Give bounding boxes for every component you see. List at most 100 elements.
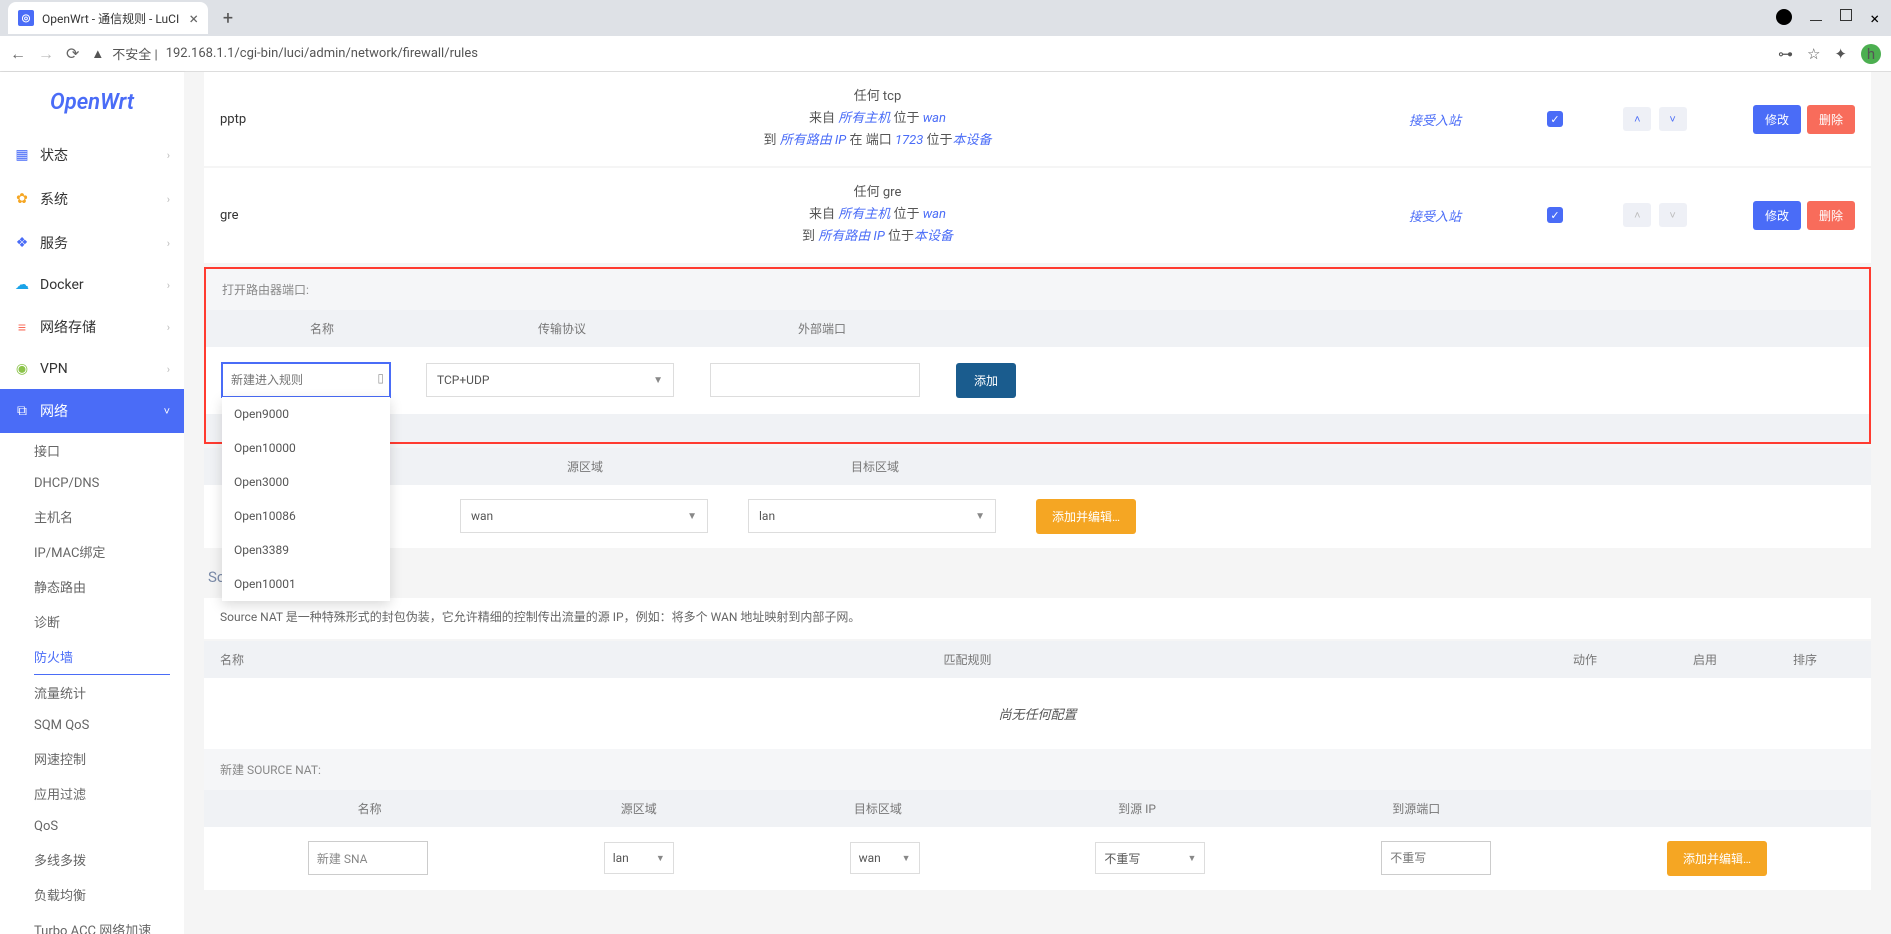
chevron-icon: › — [167, 279, 170, 292]
snat-ip-select[interactable]: 不重写▼ — [1095, 842, 1205, 874]
rule-row: pptp 任何 tcp来自 所有主机 位于 wan到 所有路由 IP 在 端口 … — [204, 72, 1871, 166]
nav-label: 网络 — [40, 401, 68, 421]
sidebar-sub-应用过滤[interactable]: 应用过滤 — [0, 776, 184, 811]
sidebar-item-系统[interactable]: ✿系统› — [0, 177, 184, 221]
snat-fh-toip: 到源 IP — [1067, 800, 1207, 817]
sort-up-button[interactable]: ˄ — [1623, 203, 1651, 227]
snat-dst-select[interactable]: wan▼ — [850, 842, 920, 874]
window-record-icon — [1776, 9, 1792, 25]
port-input[interactable] — [710, 363, 920, 397]
content-area: pptp 任何 tcp来自 所有主机 位于 wan到 所有路由 IP 在 端口 … — [184, 72, 1891, 934]
snat-add-edit-button[interactable]: 添加并编辑… — [1667, 841, 1767, 876]
sort-down-button[interactable]: ˅ — [1659, 203, 1687, 227]
fwd-add-edit-button[interactable]: 添加并编辑… — [1036, 499, 1136, 534]
edit-button[interactable]: 修改 — [1753, 201, 1801, 230]
snat-fh-toport: 到源端口 — [1346, 800, 1486, 817]
star-icon[interactable]: ☆ — [1807, 45, 1820, 63]
nav-label: VPN — [40, 361, 68, 377]
autocomplete-item[interactable]: Open10086 — [222, 499, 390, 533]
delete-button[interactable]: 删除 — [1807, 201, 1855, 230]
sidebar-sub-负载均衡[interactable]: 负载均衡 — [0, 877, 184, 912]
proto-select[interactable]: TCP+UDP ▼ — [426, 363, 674, 397]
key-icon[interactable]: ⊶ — [1778, 45, 1793, 63]
logo[interactable]: OpenWrt — [0, 72, 184, 133]
snat-fh-dst: 目标区域 — [828, 800, 928, 817]
sidebar-item-网络存储[interactable]: ≡网络存储› — [0, 305, 184, 349]
nav-icon: ☁ — [14, 277, 30, 293]
snat-port-input[interactable] — [1381, 841, 1491, 875]
browser-address-bar: ← → ⟳ ▲ 不安全 | 192.168.1.1/cgi-bin/luci/a… — [0, 36, 1891, 72]
window-maximize-icon[interactable] — [1840, 9, 1852, 21]
autocomplete-item[interactable]: Open10001 — [222, 567, 390, 601]
reload-icon[interactable]: ⟳ — [66, 44, 79, 63]
browser-tabstrip: ◎ OpenWrt - 通信规则 - LuCI × + × — [0, 0, 1891, 36]
sidebar-item-网络[interactable]: ⧉网络˅ — [0, 389, 184, 433]
nav-label: 服务 — [40, 233, 68, 253]
url-text: 192.168.1.1/cgi-bin/luci/admin/network/f… — [166, 46, 478, 61]
sidebar-sub-接口[interactable]: 接口 — [0, 433, 184, 468]
sidebar-sub-IP/MAC绑定[interactable]: IP/MAC绑定 — [0, 534, 184, 569]
sidebar-sub-SQM QoS[interactable]: SQM QoS — [0, 710, 184, 741]
name-input[interactable] — [222, 363, 390, 397]
profile-avatar[interactable]: h — [1861, 44, 1881, 64]
sort-up-button[interactable]: ˄ — [1623, 107, 1651, 131]
name-input-wrapper: ▯ — [222, 363, 390, 397]
fwd-col-src: 源区域 — [440, 458, 730, 475]
snat-src-select[interactable]: lan▼ — [604, 842, 674, 874]
nav-icon: ≡ — [14, 319, 30, 336]
sidebar-sub-QoS[interactable]: QoS — [0, 811, 184, 842]
back-icon[interactable]: ← — [10, 44, 26, 64]
rule-row: gre 任何 gre来自 所有主机 位于 wan到 所有路由 IP 位于本设备 … — [204, 168, 1871, 262]
sidebar-sub-防火墙[interactable]: 防火墙 — [34, 639, 170, 675]
rule-action: 接受入站 — [1355, 110, 1515, 129]
autocomplete-item[interactable]: Open3389 — [222, 533, 390, 567]
enable-checkbox[interactable]: ✓ — [1547, 207, 1563, 223]
browser-tab[interactable]: ◎ OpenWrt - 通信规则 - LuCI × — [8, 2, 208, 34]
sidebar-item-Docker[interactable]: ☁Docker› — [0, 265, 184, 305]
snat-col-enable: 启用 — [1655, 651, 1755, 668]
snat-name-input[interactable] — [308, 841, 428, 875]
autocomplete-item[interactable]: Open9000 — [222, 397, 390, 431]
add-button[interactable]: 添加 — [956, 363, 1016, 398]
delete-button[interactable]: 删除 — [1807, 105, 1855, 134]
sidebar-item-服务[interactable]: ❖服务› — [0, 221, 184, 265]
open-port-panel: 打开路由器端口: 名称 传输协议 外部端口 ▯ TCP+UDP ▼ 添加 Ope… — [204, 267, 1871, 444]
snat-col-match: 匹配规则 — [420, 651, 1515, 668]
sidebar-sub-主机名[interactable]: 主机名 — [0, 499, 184, 534]
new-tab-button[interactable]: + — [214, 4, 242, 32]
sidebar-sub-诊断[interactable]: 诊断 — [0, 604, 184, 639]
puzzle-icon[interactable]: ✦ — [1834, 45, 1847, 63]
sort-down-button[interactable]: ˅ — [1659, 107, 1687, 131]
fwd-src-select[interactable]: wan ▼ — [460, 499, 708, 533]
sidebar-sub-多线多拨[interactable]: 多线多拨 — [0, 842, 184, 877]
forward-icon: → — [38, 44, 54, 64]
sidebar: OpenWrt ▦状态›✿系统›❖服务›☁Docker›≡网络存储›◉VPN›⧉… — [0, 72, 184, 934]
sidebar-sub-网速控制[interactable]: 网速控制 — [0, 741, 184, 776]
chevron-icon: › — [167, 321, 170, 334]
nav-icon: ✿ — [14, 191, 30, 207]
input-handle-icon[interactable]: ▯ — [377, 371, 384, 385]
window-minimize-icon[interactable] — [1810, 9, 1822, 21]
sidebar-sub-流量统计[interactable]: 流量统计 — [0, 675, 184, 710]
enable-checkbox[interactable]: ✓ — [1547, 111, 1563, 127]
url-field[interactable]: ▲ 不安全 | 192.168.1.1/cgi-bin/luci/admin/n… — [91, 44, 1766, 63]
tab-close-icon[interactable]: × — [189, 9, 198, 28]
sidebar-item-状态[interactable]: ▦状态› — [0, 133, 184, 177]
fwd-dst-select[interactable]: lan ▼ — [748, 499, 996, 533]
col-port: 外部端口 — [702, 320, 942, 337]
favicon-icon: ◎ — [18, 10, 34, 26]
rule-name: gre — [220, 208, 400, 223]
sidebar-sub-静态路由[interactable]: 静态路由 — [0, 569, 184, 604]
snat-new-title: 新建 SOURCE NAT: — [204, 749, 1871, 790]
edit-button[interactable]: 修改 — [1753, 105, 1801, 134]
sidebar-sub-DHCP/DNS[interactable]: DHCP/DNS — [0, 468, 184, 499]
window-close-icon[interactable]: × — [1870, 9, 1879, 28]
autocomplete-item[interactable]: Open10000 — [222, 431, 390, 465]
insecure-icon: ▲ — [91, 46, 104, 62]
nav-icon: ▦ — [14, 147, 30, 163]
sidebar-item-VPN[interactable]: ◉VPN› — [0, 349, 184, 389]
proto-value: TCP+UDP — [437, 373, 489, 387]
autocomplete-item[interactable]: Open3000 — [222, 465, 390, 499]
snat-col-name: 名称 — [220, 651, 420, 668]
sidebar-sub-Turbo ACC 网络加速[interactable]: Turbo ACC 网络加速 — [0, 912, 184, 934]
